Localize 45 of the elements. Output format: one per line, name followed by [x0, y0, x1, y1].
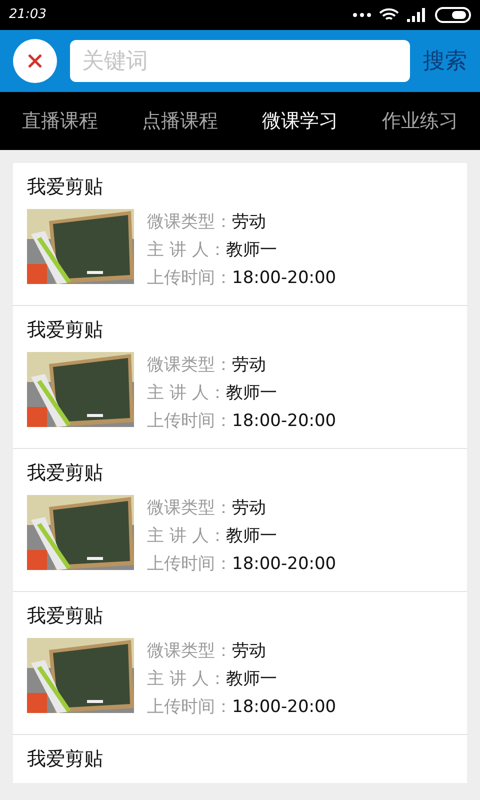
field-value: 劳动 — [232, 497, 266, 520]
field-label: 主 讲 人： — [147, 525, 226, 548]
field-value: 18:00-20:00 — [232, 410, 336, 434]
tab[interactable]: 直播课程 — [22, 106, 98, 136]
course-title: 我爱剪贴 — [27, 604, 104, 629]
field-label: 主 讲 人： — [147, 668, 226, 692]
field-label: 微课类型： — [147, 354, 232, 378]
field-label: 上传时间： — [147, 410, 232, 434]
field-label: 上传时间： — [147, 696, 232, 720]
course-item[interactable]: 我爱剪贴 — [13, 735, 467, 783]
course-item[interactable]: 我爱剪贴 微课类型：劳动 主 讲 人：教师一 上传时间：18:00-20:00 — [13, 449, 467, 592]
course-item[interactable]: 我爱剪贴 微课类型：劳动 主 讲 人：教师一 上传时间：18:00-20:00 — [13, 592, 467, 735]
tab[interactable]: 微课学习 — [262, 106, 338, 136]
course-title: 我爱剪贴 — [27, 461, 104, 486]
close-icon — [28, 54, 42, 68]
field-label: 上传时间： — [147, 553, 232, 576]
course-title: 我爱剪贴 — [27, 747, 104, 772]
field-label: 微课类型： — [147, 640, 232, 664]
field-value: 18:00-20:00 — [232, 267, 336, 290]
field-value: 教师一 — [226, 668, 277, 692]
more-icon — [353, 13, 371, 17]
field-value: 劳动 — [232, 354, 266, 378]
field-label: 主 讲 人： — [147, 382, 226, 406]
field-value: 劳动 — [232, 211, 266, 234]
course-item[interactable]: 我爱剪贴 微课类型：劳动 主 讲 人：教师一 上传时间：18:00-20:00 — [13, 306, 467, 449]
tab[interactable]: 作业练习 — [382, 106, 458, 136]
clear-button[interactable] — [13, 39, 57, 83]
tab[interactable]: 点播课程 — [142, 106, 218, 136]
clock-time: 21:03 — [9, 6, 46, 24]
search-field[interactable]: 关键词 — [70, 40, 410, 82]
field-label: 微课类型： — [147, 211, 232, 234]
field-label: 微课类型： — [147, 497, 232, 520]
course-title: 我爱剪贴 — [27, 318, 104, 343]
field-value: 教师一 — [226, 382, 277, 406]
field-label: 上传时间： — [147, 267, 232, 290]
field-value: 18:00-20:00 — [232, 553, 336, 576]
field-value: 劳动 — [232, 640, 266, 664]
course-item[interactable]: 我爱剪贴 微课类型：劳动 主 讲 人：教师一 上传时间：18:00-20:00 — [13, 163, 467, 306]
field-value: 教师一 — [226, 239, 277, 262]
field-value: 教师一 — [226, 525, 277, 548]
field-value: 18:00-20:00 — [232, 696, 336, 720]
field-label: 主 讲 人： — [147, 239, 226, 262]
signal-icon — [407, 8, 427, 22]
battery-icon — [435, 7, 471, 23]
course-title: 我爱剪贴 — [27, 175, 104, 200]
